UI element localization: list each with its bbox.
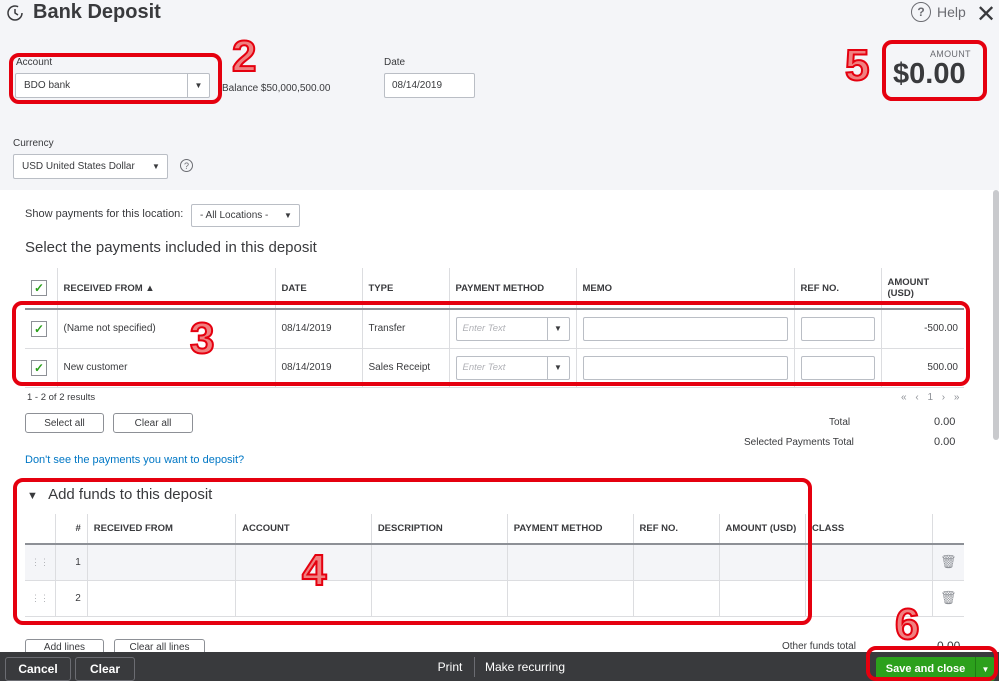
payments-section-title: Select the payments included in this dep…: [25, 239, 317, 256]
footer-bar: Cancel Clear Print Make recurring: [0, 652, 999, 681]
annotation-number: 6: [894, 599, 921, 650]
date-label: Date: [384, 57, 406, 68]
checkbox-checked-icon: ✓: [31, 280, 47, 296]
selected-total-value: 0.00: [934, 436, 956, 448]
footer-divider: [474, 657, 475, 677]
selected-total-label: Selected Payments Total: [744, 437, 854, 448]
col-delete: [932, 514, 964, 545]
location-value: - All Locations -: [200, 210, 269, 221]
cell[interactable]: [805, 544, 933, 581]
trash-icon[interactable]: 🗑: [932, 544, 964, 581]
annotation-number: 2: [231, 31, 258, 82]
info-icon[interactable]: ?: [180, 159, 193, 172]
other-funds-total-label: Other funds total: [782, 641, 856, 652]
annotation-box-account: [9, 53, 222, 104]
help-label: Help: [937, 4, 966, 20]
clear-button[interactable]: Clear: [75, 657, 135, 681]
help-icon: ?: [911, 2, 931, 22]
currency-select[interactable]: USD United States Dollar ▼: [13, 154, 168, 179]
help-button[interactable]: ? Help: [911, 2, 966, 22]
close-icon[interactable]: ✕: [976, 0, 996, 29]
total-label: Total: [829, 417, 851, 428]
page-title: Bank Deposit: [33, 1, 161, 23]
location-filter-label: Show payments for this location:: [25, 208, 184, 220]
annotation-box-save: [866, 646, 998, 681]
cancel-button[interactable]: Cancel: [5, 657, 71, 681]
pagination[interactable]: « ‹ 1 › »: [901, 392, 962, 403]
annotation-box-funds: [13, 478, 812, 625]
print-button[interactable]: Print: [430, 652, 470, 681]
make-recurring-button[interactable]: Make recurring: [482, 652, 568, 681]
missing-payments-link[interactable]: Don't see the payments you want to depos…: [25, 454, 244, 466]
history-icon[interactable]: [6, 4, 24, 22]
annotation-number: 5: [844, 40, 871, 91]
date-input[interactable]: 08/14/2019: [384, 73, 475, 98]
clear-all-button[interactable]: Clear all: [113, 413, 193, 433]
total-value: 0.00: [934, 416, 956, 428]
annotation-number: 3: [189, 313, 216, 364]
annotation-box-payments: [12, 301, 970, 386]
account-balance: Balance $50,000,500.00: [222, 83, 331, 94]
results-count: 1 - 2 of 2 results: [27, 392, 96, 403]
annotation-box-amount: [882, 40, 987, 101]
currency-value: USD United States Dollar: [22, 161, 135, 172]
currency-label: Currency: [13, 138, 54, 149]
annotation-number: 4: [301, 545, 328, 596]
chevron-down-icon: ▼: [152, 162, 160, 171]
chevron-down-icon: ▼: [284, 211, 292, 220]
trash-icon[interactable]: 🗑: [932, 580, 964, 617]
scrollbar[interactable]: [993, 190, 999, 440]
location-select[interactable]: - All Locations - ▼: [191, 204, 300, 227]
col-class: CLASS: [805, 514, 933, 545]
select-all-button[interactable]: Select all: [25, 413, 104, 433]
